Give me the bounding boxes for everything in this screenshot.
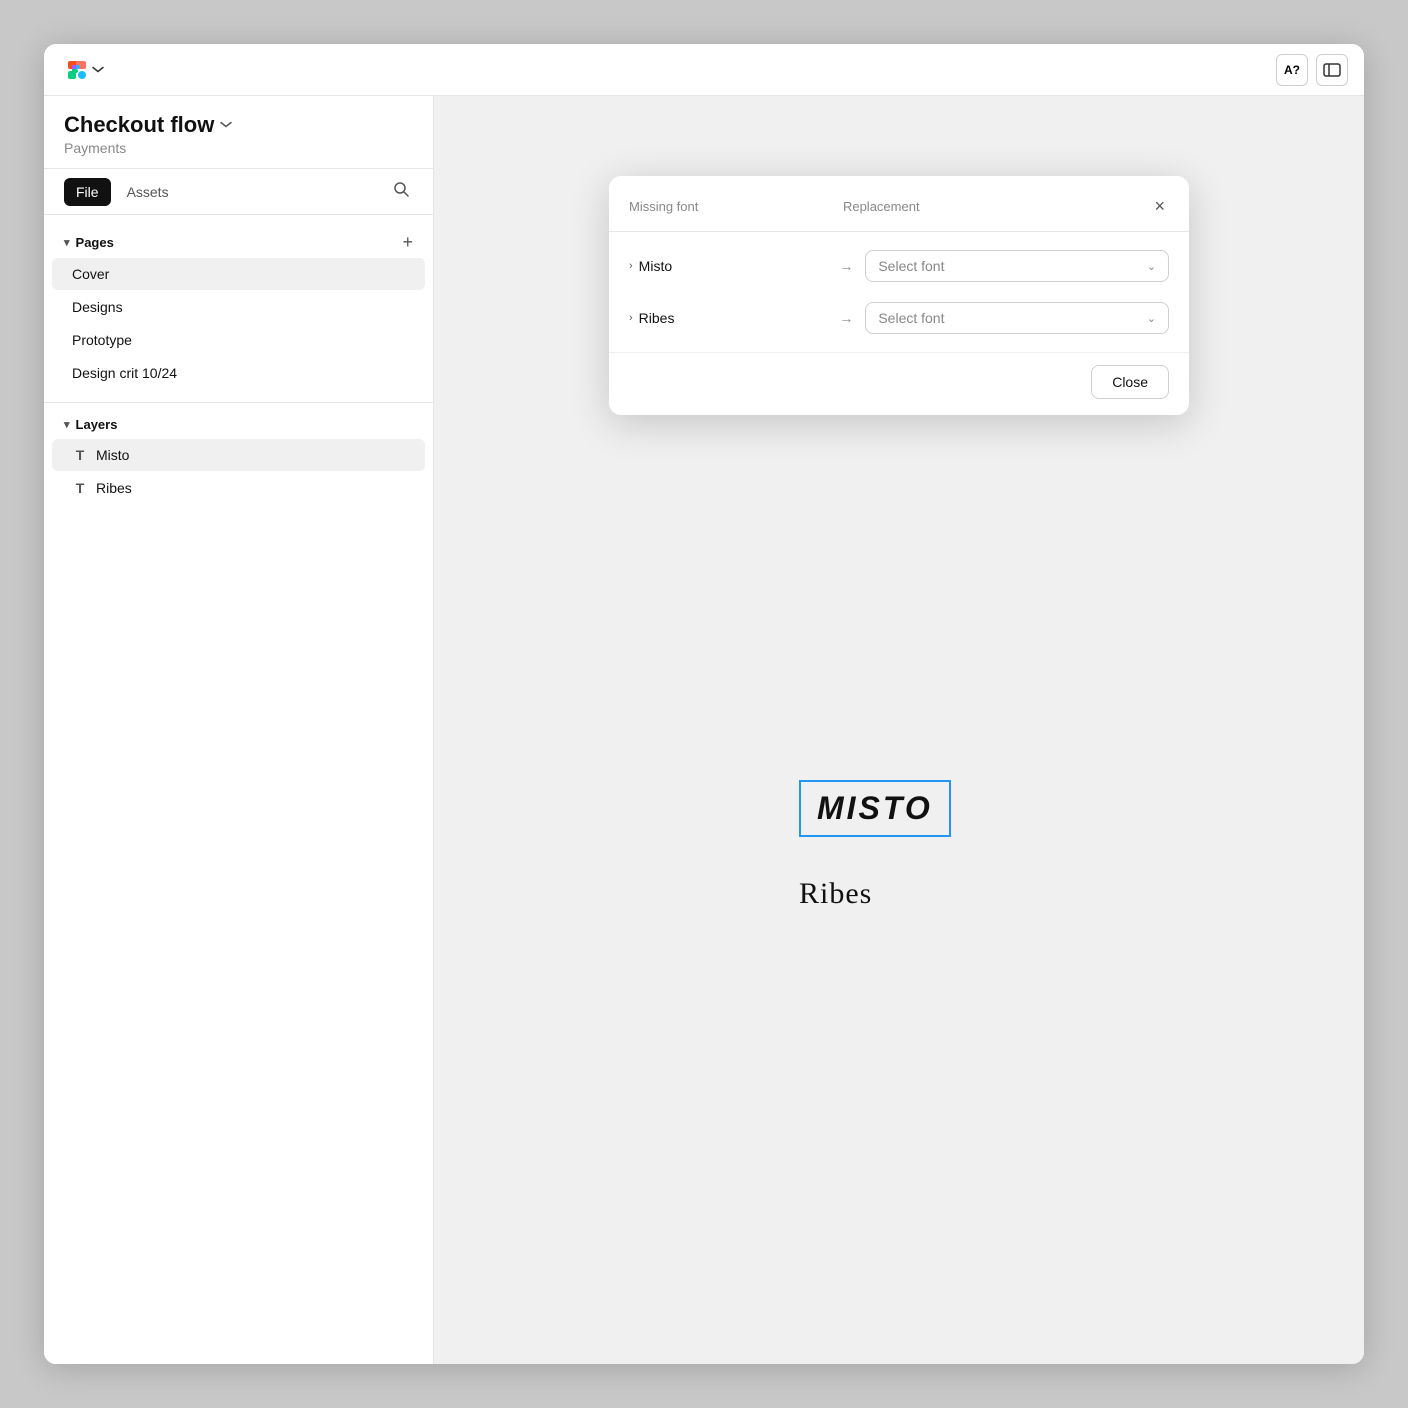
tab-file[interactable]: File	[64, 178, 111, 206]
pages-section-header[interactable]: ▾ Pages +	[44, 227, 433, 257]
top-bar: A?	[44, 44, 1364, 96]
layer-item-ribes-label: Ribes	[96, 480, 132, 496]
pages-section-label: Pages	[76, 235, 114, 250]
panel-toggle-button[interactable]	[1316, 54, 1348, 86]
logo-button[interactable]	[60, 55, 110, 85]
project-subtitle: Payments	[64, 140, 413, 156]
missing-font-dialog: Missing font Replacement × › Misto →	[609, 176, 1189, 415]
title-chevron-icon	[220, 121, 232, 129]
tab-assets[interactable]: Assets	[115, 178, 181, 206]
dialog-footer: Close	[609, 352, 1189, 415]
layer-item-misto[interactable]: T Misto	[52, 439, 425, 471]
font-row-misto: › Misto → Select font ⌄	[609, 240, 1189, 292]
figma-icon	[66, 59, 88, 81]
search-button[interactable]	[389, 177, 413, 206]
inspect-icon: A?	[1284, 63, 1300, 77]
font-misto-select-label: Select font	[878, 258, 944, 274]
layers-section: ▾ Layers T Misto T Ribes	[44, 402, 433, 513]
app-window: A? Checkout flow Payments	[44, 44, 1364, 1364]
project-title-text: Checkout flow	[64, 112, 214, 138]
pages-toggle-icon: ▾	[64, 236, 70, 249]
dialog-overlay: Missing font Replacement × › Misto →	[434, 96, 1364, 1364]
top-bar-right: A?	[1276, 54, 1348, 86]
dialog-close-button[interactable]: ×	[1150, 194, 1169, 219]
layers-section-label: Layers	[76, 417, 118, 432]
font-ribes-select-label: Select font	[878, 310, 944, 326]
font-misto-label: Misto	[639, 258, 672, 274]
sidebar-tabs: File Assets	[44, 169, 433, 215]
page-item-prototype[interactable]: Prototype	[52, 324, 425, 356]
text-layer-icon: T	[72, 447, 88, 463]
dialog-header: Missing font Replacement ×	[609, 176, 1189, 232]
font-misto-select[interactable]: Select font ⌄	[865, 250, 1169, 282]
canvas-area: MISTO Ribes Missing font Replacement ×	[434, 96, 1364, 1364]
ribes-dropdown-chevron-icon: ⌄	[1147, 312, 1156, 325]
misto-expand-icon: ›	[629, 260, 633, 272]
inspect-button[interactable]: A?	[1276, 54, 1308, 86]
search-icon	[393, 181, 409, 197]
col-missing-label: Missing font	[629, 199, 843, 214]
layer-item-ribes[interactable]: T Ribes	[52, 472, 425, 504]
layers-section-header[interactable]: ▾ Layers	[44, 411, 433, 438]
main-layout: Checkout flow Payments File Assets	[44, 96, 1364, 1364]
dialog-body: › Misto → Select font ⌄	[609, 232, 1189, 352]
font-misto-name[interactable]: › Misto	[629, 258, 827, 274]
sidebar-header: Checkout flow Payments	[44, 96, 433, 169]
pages-section: ▾ Pages + Cover Designs Prototype Design…	[44, 215, 433, 402]
text-layer-icon: T	[72, 480, 88, 496]
add-page-button[interactable]: +	[402, 233, 413, 251]
font-ribes-name[interactable]: › Ribes	[629, 310, 827, 326]
close-dialog-button[interactable]: Close	[1091, 365, 1169, 399]
page-item-cover[interactable]: Cover	[52, 258, 425, 290]
font-row-ribes: › Ribes → Select font ⌄	[609, 292, 1189, 344]
col-replacement-label: Replacement	[843, 199, 1143, 214]
arrow-icon-misto: →	[839, 258, 853, 274]
layer-item-misto-label: Misto	[96, 447, 129, 463]
font-ribes-label: Ribes	[639, 310, 675, 326]
logo-chevron-icon	[92, 66, 104, 74]
page-item-design-crit[interactable]: Design crit 10/24	[52, 357, 425, 389]
font-ribes-select[interactable]: Select font ⌄	[865, 302, 1169, 334]
misto-dropdown-chevron-icon: ⌄	[1147, 260, 1156, 273]
page-item-designs[interactable]: Designs	[52, 291, 425, 323]
panel-icon	[1323, 63, 1341, 77]
arrow-icon-ribes: →	[839, 310, 853, 326]
ribes-expand-icon: ›	[629, 312, 633, 324]
layers-toggle-icon: ▾	[64, 418, 70, 431]
project-title[interactable]: Checkout flow	[64, 112, 413, 138]
sidebar: Checkout flow Payments File Assets	[44, 96, 434, 1364]
